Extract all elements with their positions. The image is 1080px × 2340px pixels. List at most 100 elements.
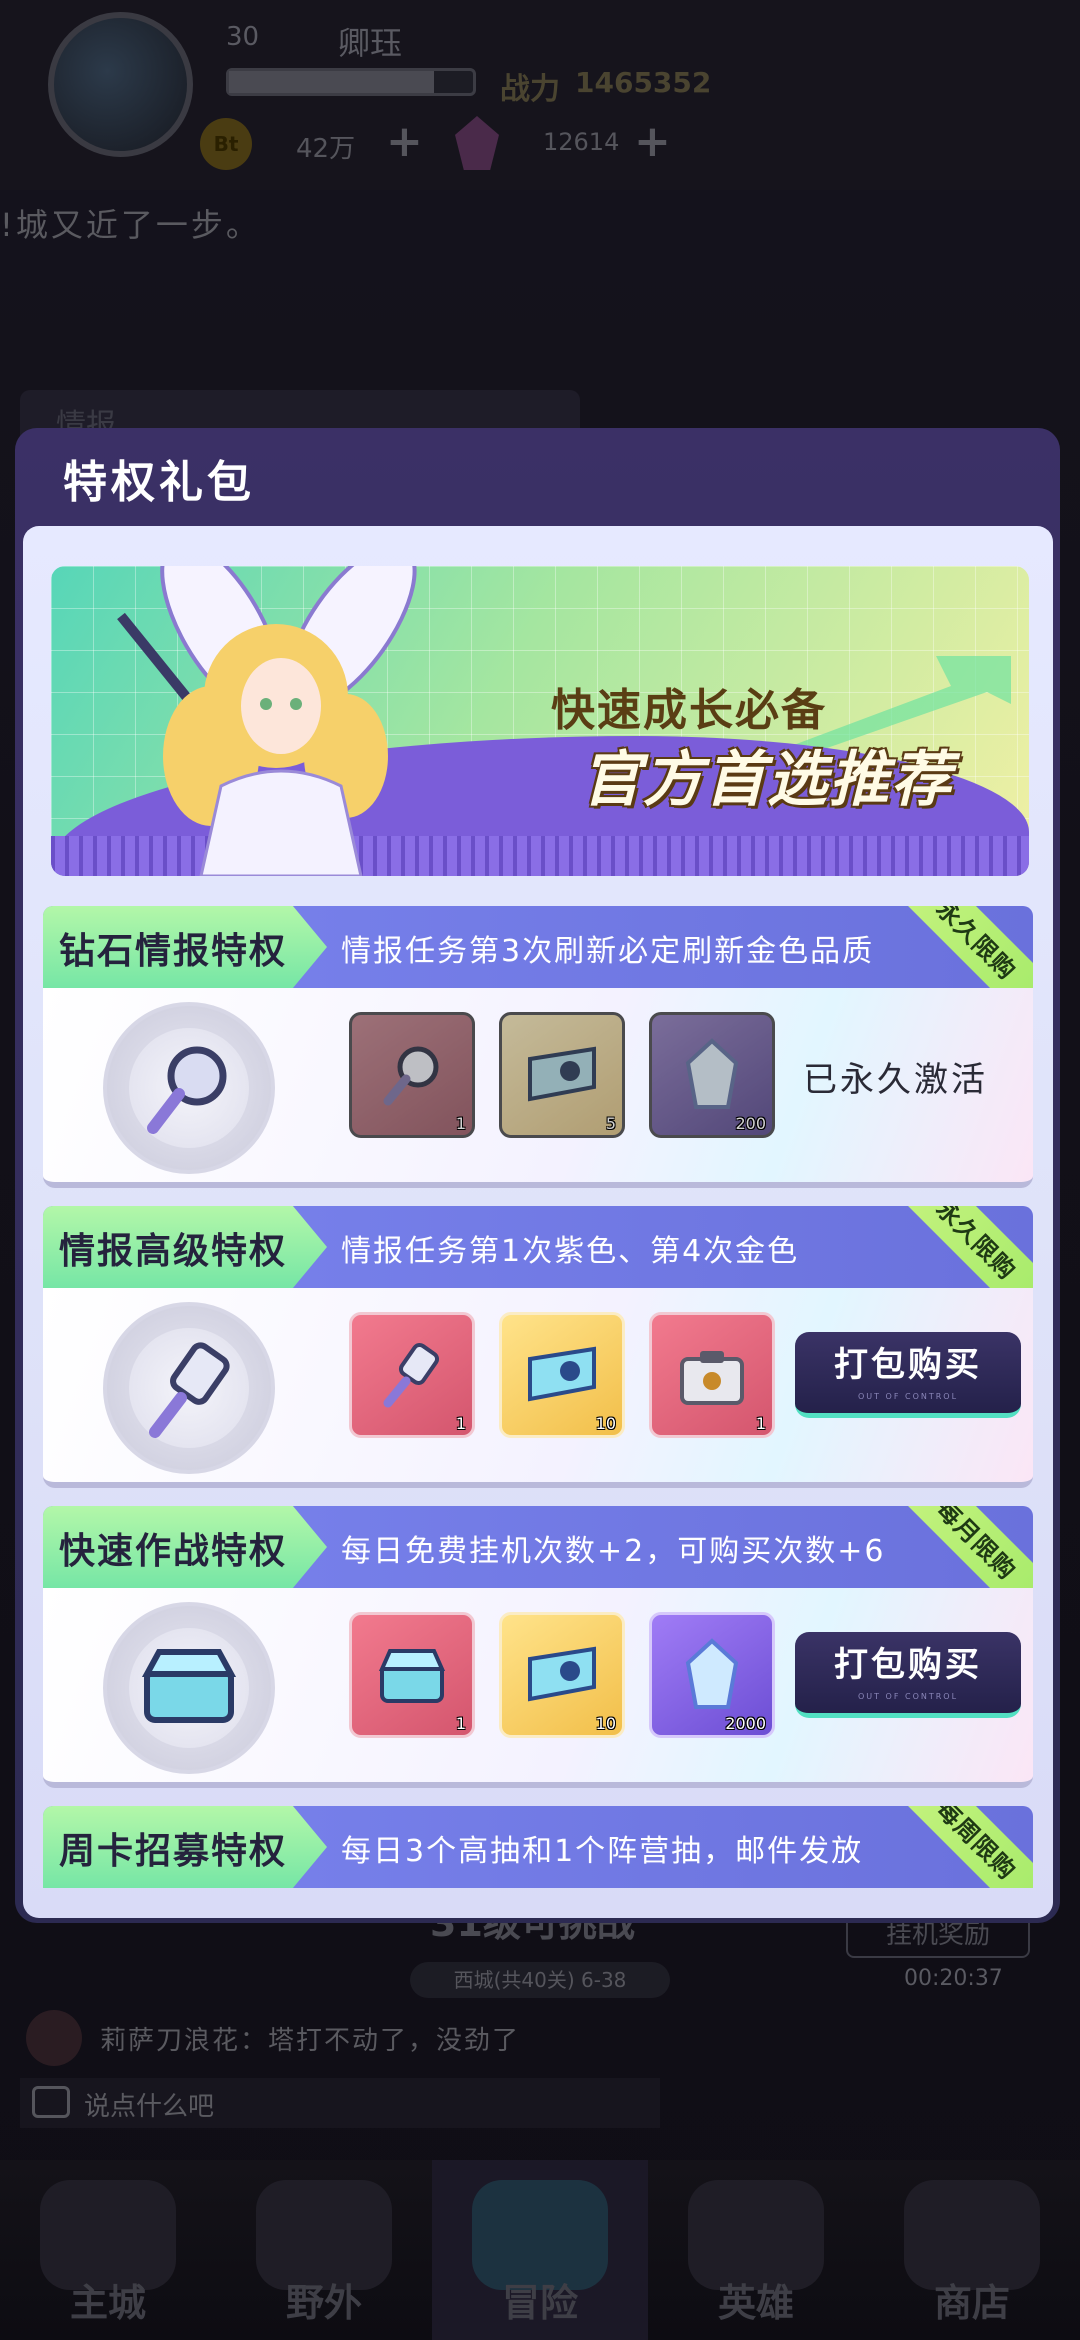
chat-message: 莉萨刀浪花：塔打不动了，没劲了 bbox=[100, 2026, 521, 2056]
crystal-icon bbox=[685, 1038, 739, 1109]
card-name: 钻石情报特权 bbox=[59, 931, 288, 972]
card-name-tag: 周卡招募特权 bbox=[43, 1806, 327, 1888]
nav-label: 主城 bbox=[69, 2281, 146, 2325]
scroll-message: !城又近了一步。 bbox=[0, 206, 261, 244]
nav-shop[interactable]: 商店 bbox=[864, 2160, 1080, 2340]
limit-ribbon: 永久限购 bbox=[891, 906, 1033, 988]
treasure-chest-icon bbox=[378, 1649, 446, 1703]
microphone-icon bbox=[149, 1342, 230, 1438]
buy-button-sub: OUT OF CONTROL bbox=[857, 1392, 959, 1401]
gold-coin-icon: Bt bbox=[200, 118, 252, 170]
add-gem-button[interactable]: + bbox=[634, 116, 671, 167]
promo-banner: 快速成长必备 官方首选推荐 bbox=[51, 566, 1029, 876]
card-medal bbox=[103, 1002, 275, 1174]
gem-value: 12614 bbox=[543, 128, 620, 156]
reward-item[interactable]: 200 bbox=[649, 1012, 775, 1138]
reward-item[interactable]: 1 bbox=[649, 1312, 775, 1438]
buy-button-label: 打包购买 bbox=[834, 1645, 982, 1685]
limit-ribbon: 永久限购 bbox=[891, 1206, 1033, 1288]
card-name: 周卡招募特权 bbox=[59, 1831, 288, 1872]
chat-bubble-icon bbox=[32, 2086, 70, 2118]
reward-item[interactable]: 10 bbox=[499, 1312, 625, 1438]
gem-icon bbox=[455, 116, 499, 170]
nav-wild[interactable]: 野外 bbox=[216, 2160, 432, 2340]
nav-label: 商店 bbox=[933, 2281, 1010, 2325]
item-count: 1 bbox=[455, 1114, 466, 1133]
card-name-tag: 钻石情报特权 bbox=[43, 906, 327, 988]
privilege-card-diamond-intel: 钻石情报特权 情报任务第3次刷新必定刷新金色品质 永久限购 1 5 200 已永… bbox=[43, 906, 1033, 1188]
nav-label: 冒险 bbox=[501, 2281, 578, 2325]
chat-avatar bbox=[26, 2010, 82, 2066]
item-count: 2000 bbox=[725, 1714, 766, 1733]
ticket-icon bbox=[528, 1646, 596, 1702]
nav-main-city[interactable]: 主城 bbox=[0, 2160, 216, 2340]
exp-bar-fill bbox=[229, 71, 434, 93]
nav-label: 野外 bbox=[285, 2281, 362, 2325]
item-count: 1 bbox=[455, 1714, 466, 1733]
nav-label: 英雄 bbox=[717, 2281, 794, 2325]
treasure-chest-icon bbox=[680, 1351, 744, 1405]
item-count: 10 bbox=[595, 1414, 616, 1433]
power-label: 战力 bbox=[500, 72, 560, 107]
gold-value: 42万 bbox=[296, 134, 356, 164]
stage-subtitle: 西城(共40关) 6-38 bbox=[410, 1962, 670, 1998]
card-header: 情报高级特权 情报任务第1次紫色、第4次金色 永久限购 bbox=[43, 1206, 1033, 1288]
player-avatar[interactable] bbox=[48, 12, 193, 157]
player-name: 卿珏 bbox=[338, 24, 403, 62]
limit-ribbon: 每月限购 bbox=[891, 1506, 1033, 1588]
nav-heroes[interactable]: 英雄 bbox=[648, 2160, 864, 2340]
idle-timer: 00:20:37 bbox=[904, 1966, 1003, 1991]
ticket-icon bbox=[528, 1346, 596, 1402]
card-name-tag: 情报高级特权 bbox=[43, 1206, 327, 1288]
crystal-icon bbox=[685, 1638, 739, 1709]
item-count: 1 bbox=[755, 1414, 766, 1433]
item-count: 10 bbox=[595, 1714, 616, 1733]
ticket-icon bbox=[528, 1046, 596, 1102]
card-description: 每日免费挂机次数+2，可购买次数+6 bbox=[341, 1534, 886, 1569]
privilege-card-weekly-recruit: 周卡招募特权 每日3个高抽和1个阵营抽，邮件发放 每周限购 bbox=[43, 1806, 1033, 1918]
card-medal bbox=[103, 1302, 275, 1474]
reward-item[interactable]: 1 bbox=[349, 1312, 475, 1438]
chat-placeholder: 说点什么吧 bbox=[84, 2092, 215, 2122]
card-name: 快速作战特权 bbox=[59, 1531, 288, 1572]
microphone-icon bbox=[383, 1342, 440, 1408]
treasure-chest-icon bbox=[141, 1649, 237, 1723]
player-level: 30 bbox=[226, 22, 260, 52]
power-value: 1465352 bbox=[575, 66, 712, 99]
magnifier-icon bbox=[383, 1046, 439, 1106]
exp-bar bbox=[226, 68, 476, 96]
reward-item[interactable]: 2000 bbox=[649, 1612, 775, 1738]
item-count: 1 bbox=[455, 1414, 466, 1433]
card-description: 情报任务第1次紫色、第4次金色 bbox=[341, 1234, 800, 1269]
reward-item[interactable]: 10 bbox=[499, 1612, 625, 1738]
modal-title: 特权礼包 bbox=[63, 457, 255, 508]
card-header: 钻石情报特权 情报任务第3次刷新必定刷新金色品质 永久限购 bbox=[43, 906, 1033, 988]
card-medal bbox=[103, 1602, 275, 1774]
reward-item[interactable]: 1 bbox=[349, 1012, 475, 1138]
player-header: 30 卿珏 战力 1465352 Bt 42万 + 12614 + bbox=[0, 0, 1080, 190]
card-header: 周卡招募特权 每日3个高抽和1个阵营抽，邮件发放 每周限购 bbox=[43, 1806, 1033, 1888]
banner-title: 官方首选推荐 bbox=[581, 745, 953, 815]
magnifier-icon bbox=[147, 1046, 227, 1134]
medal-inner bbox=[129, 1628, 249, 1748]
buy-bundle-button[interactable]: 打包购买 OUT OF CONTROL bbox=[795, 1632, 1021, 1718]
card-body: 1 10 2000 打包购买 OUT OF CONTROL bbox=[43, 1588, 1033, 1788]
medal-inner bbox=[129, 1328, 249, 1448]
activated-status: 已永久激活 bbox=[803, 1060, 988, 1100]
chat-input[interactable]: 说点什么吧 bbox=[20, 2078, 660, 2128]
reward-item[interactable]: 1 bbox=[349, 1612, 475, 1738]
buy-button-sub: OUT OF CONTROL bbox=[857, 1692, 959, 1701]
add-gold-button[interactable]: + bbox=[386, 116, 423, 167]
nav-adventure[interactable]: 冒险 bbox=[432, 2160, 648, 2340]
buy-bundle-button[interactable]: 打包购买 OUT OF CONTROL bbox=[795, 1332, 1021, 1418]
card-description: 每日3个高抽和1个阵营抽，邮件发放 bbox=[341, 1834, 864, 1869]
banner-subtitle: 快速成长必备 bbox=[551, 685, 827, 736]
modal-content[interactable]: 快速成长必备 官方首选推荐 钻石情报特权 情报任务第3次刷新必定刷新金色品质 永… bbox=[23, 526, 1053, 1918]
item-count: 200 bbox=[735, 1114, 766, 1133]
item-count: 5 bbox=[605, 1114, 616, 1133]
card-description: 情报任务第3次刷新必定刷新金色品质 bbox=[341, 934, 875, 969]
reward-item[interactable]: 5 bbox=[499, 1012, 625, 1138]
card-body: 1 10 1 打包购买 OUT OF CONTROL bbox=[43, 1288, 1033, 1488]
privilege-card-quick-battle: 快速作战特权 每日免费挂机次数+2，可购买次数+6 每月限购 1 10 2000… bbox=[43, 1506, 1033, 1788]
bunny-girl-illustration bbox=[117, 566, 417, 876]
